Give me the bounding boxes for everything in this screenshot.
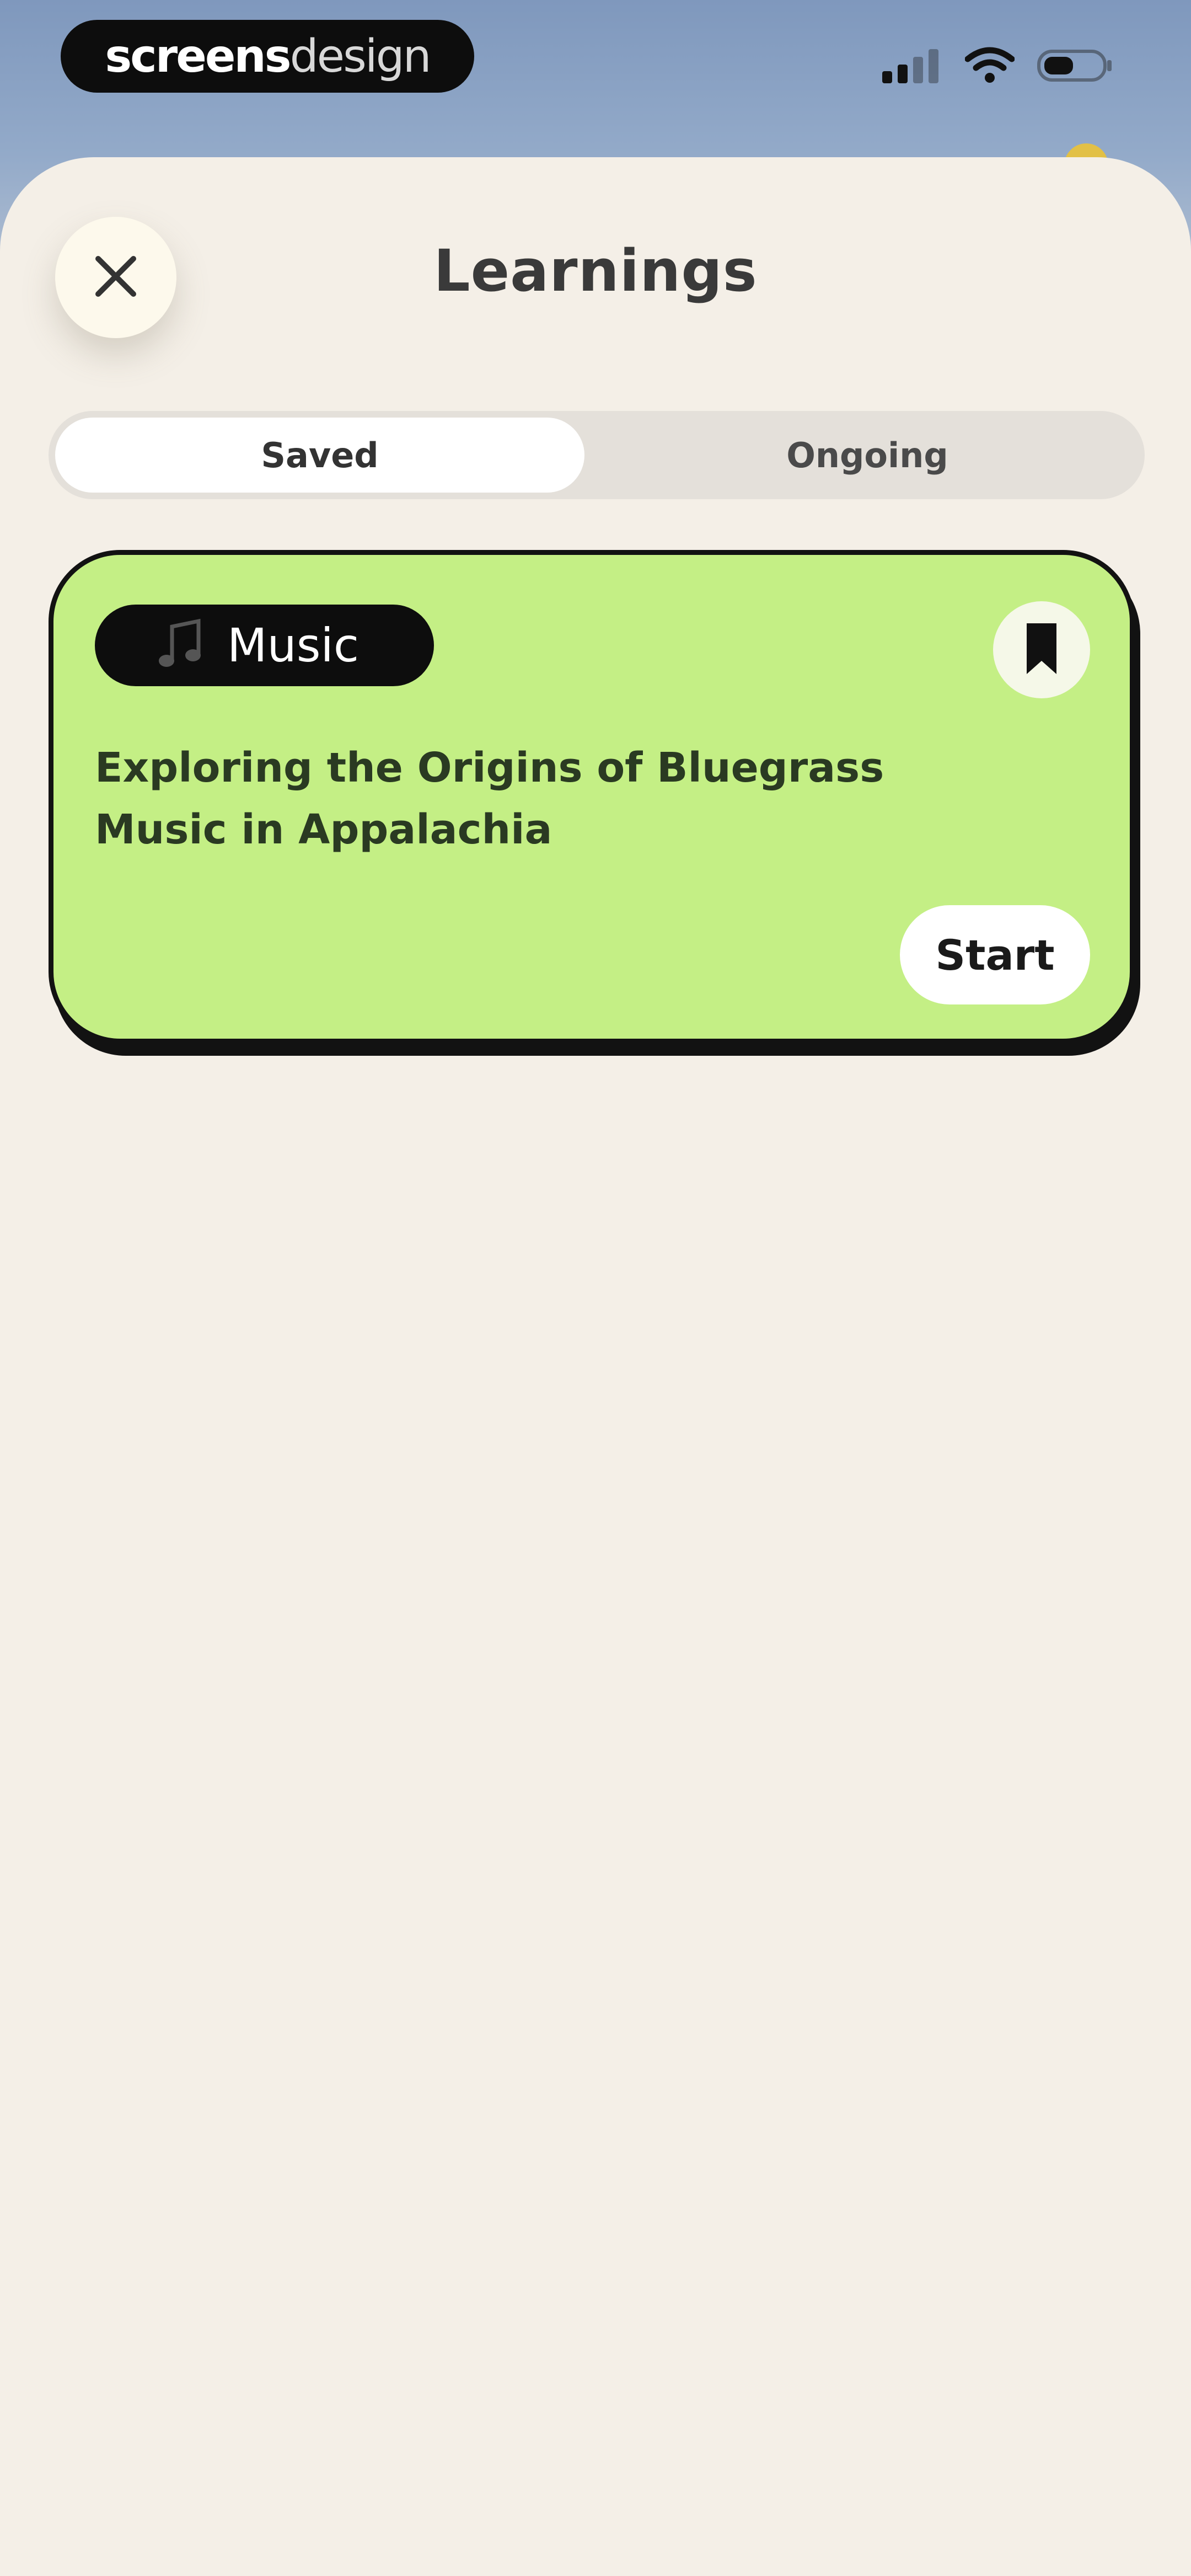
music-note-icon xyxy=(155,617,205,674)
brand-badge: screens design xyxy=(61,20,474,93)
category-label: Music xyxy=(227,618,359,672)
status-bar: screens design xyxy=(0,0,1191,116)
tab-ongoing[interactable]: Ongoing xyxy=(600,411,1135,499)
learnings-sheet: Learnings Saved Ongoing Music Exploring … xyxy=(0,157,1191,2576)
page-title: Learnings xyxy=(433,237,758,304)
wifi-icon xyxy=(964,46,1015,87)
brand-name-strong: screens xyxy=(105,30,291,83)
learning-title: Exploring the Origins of Bluegrass Music… xyxy=(95,744,884,853)
battery-icon xyxy=(1037,46,1114,87)
brand-name-light: design xyxy=(289,30,432,83)
category-tag: Music xyxy=(95,605,434,686)
tab-switcher: Saved Ongoing xyxy=(49,411,1145,499)
learning-card[interactable]: Music Exploring the Origins of Bluegrass… xyxy=(49,550,1135,1044)
bookmark-icon xyxy=(1022,621,1061,678)
signal-icon xyxy=(882,46,943,87)
tab-saved[interactable]: Saved xyxy=(55,418,584,493)
status-icons xyxy=(882,44,1114,88)
bookmark-button[interactable] xyxy=(993,601,1090,698)
start-button[interactable]: Start xyxy=(900,905,1090,1004)
